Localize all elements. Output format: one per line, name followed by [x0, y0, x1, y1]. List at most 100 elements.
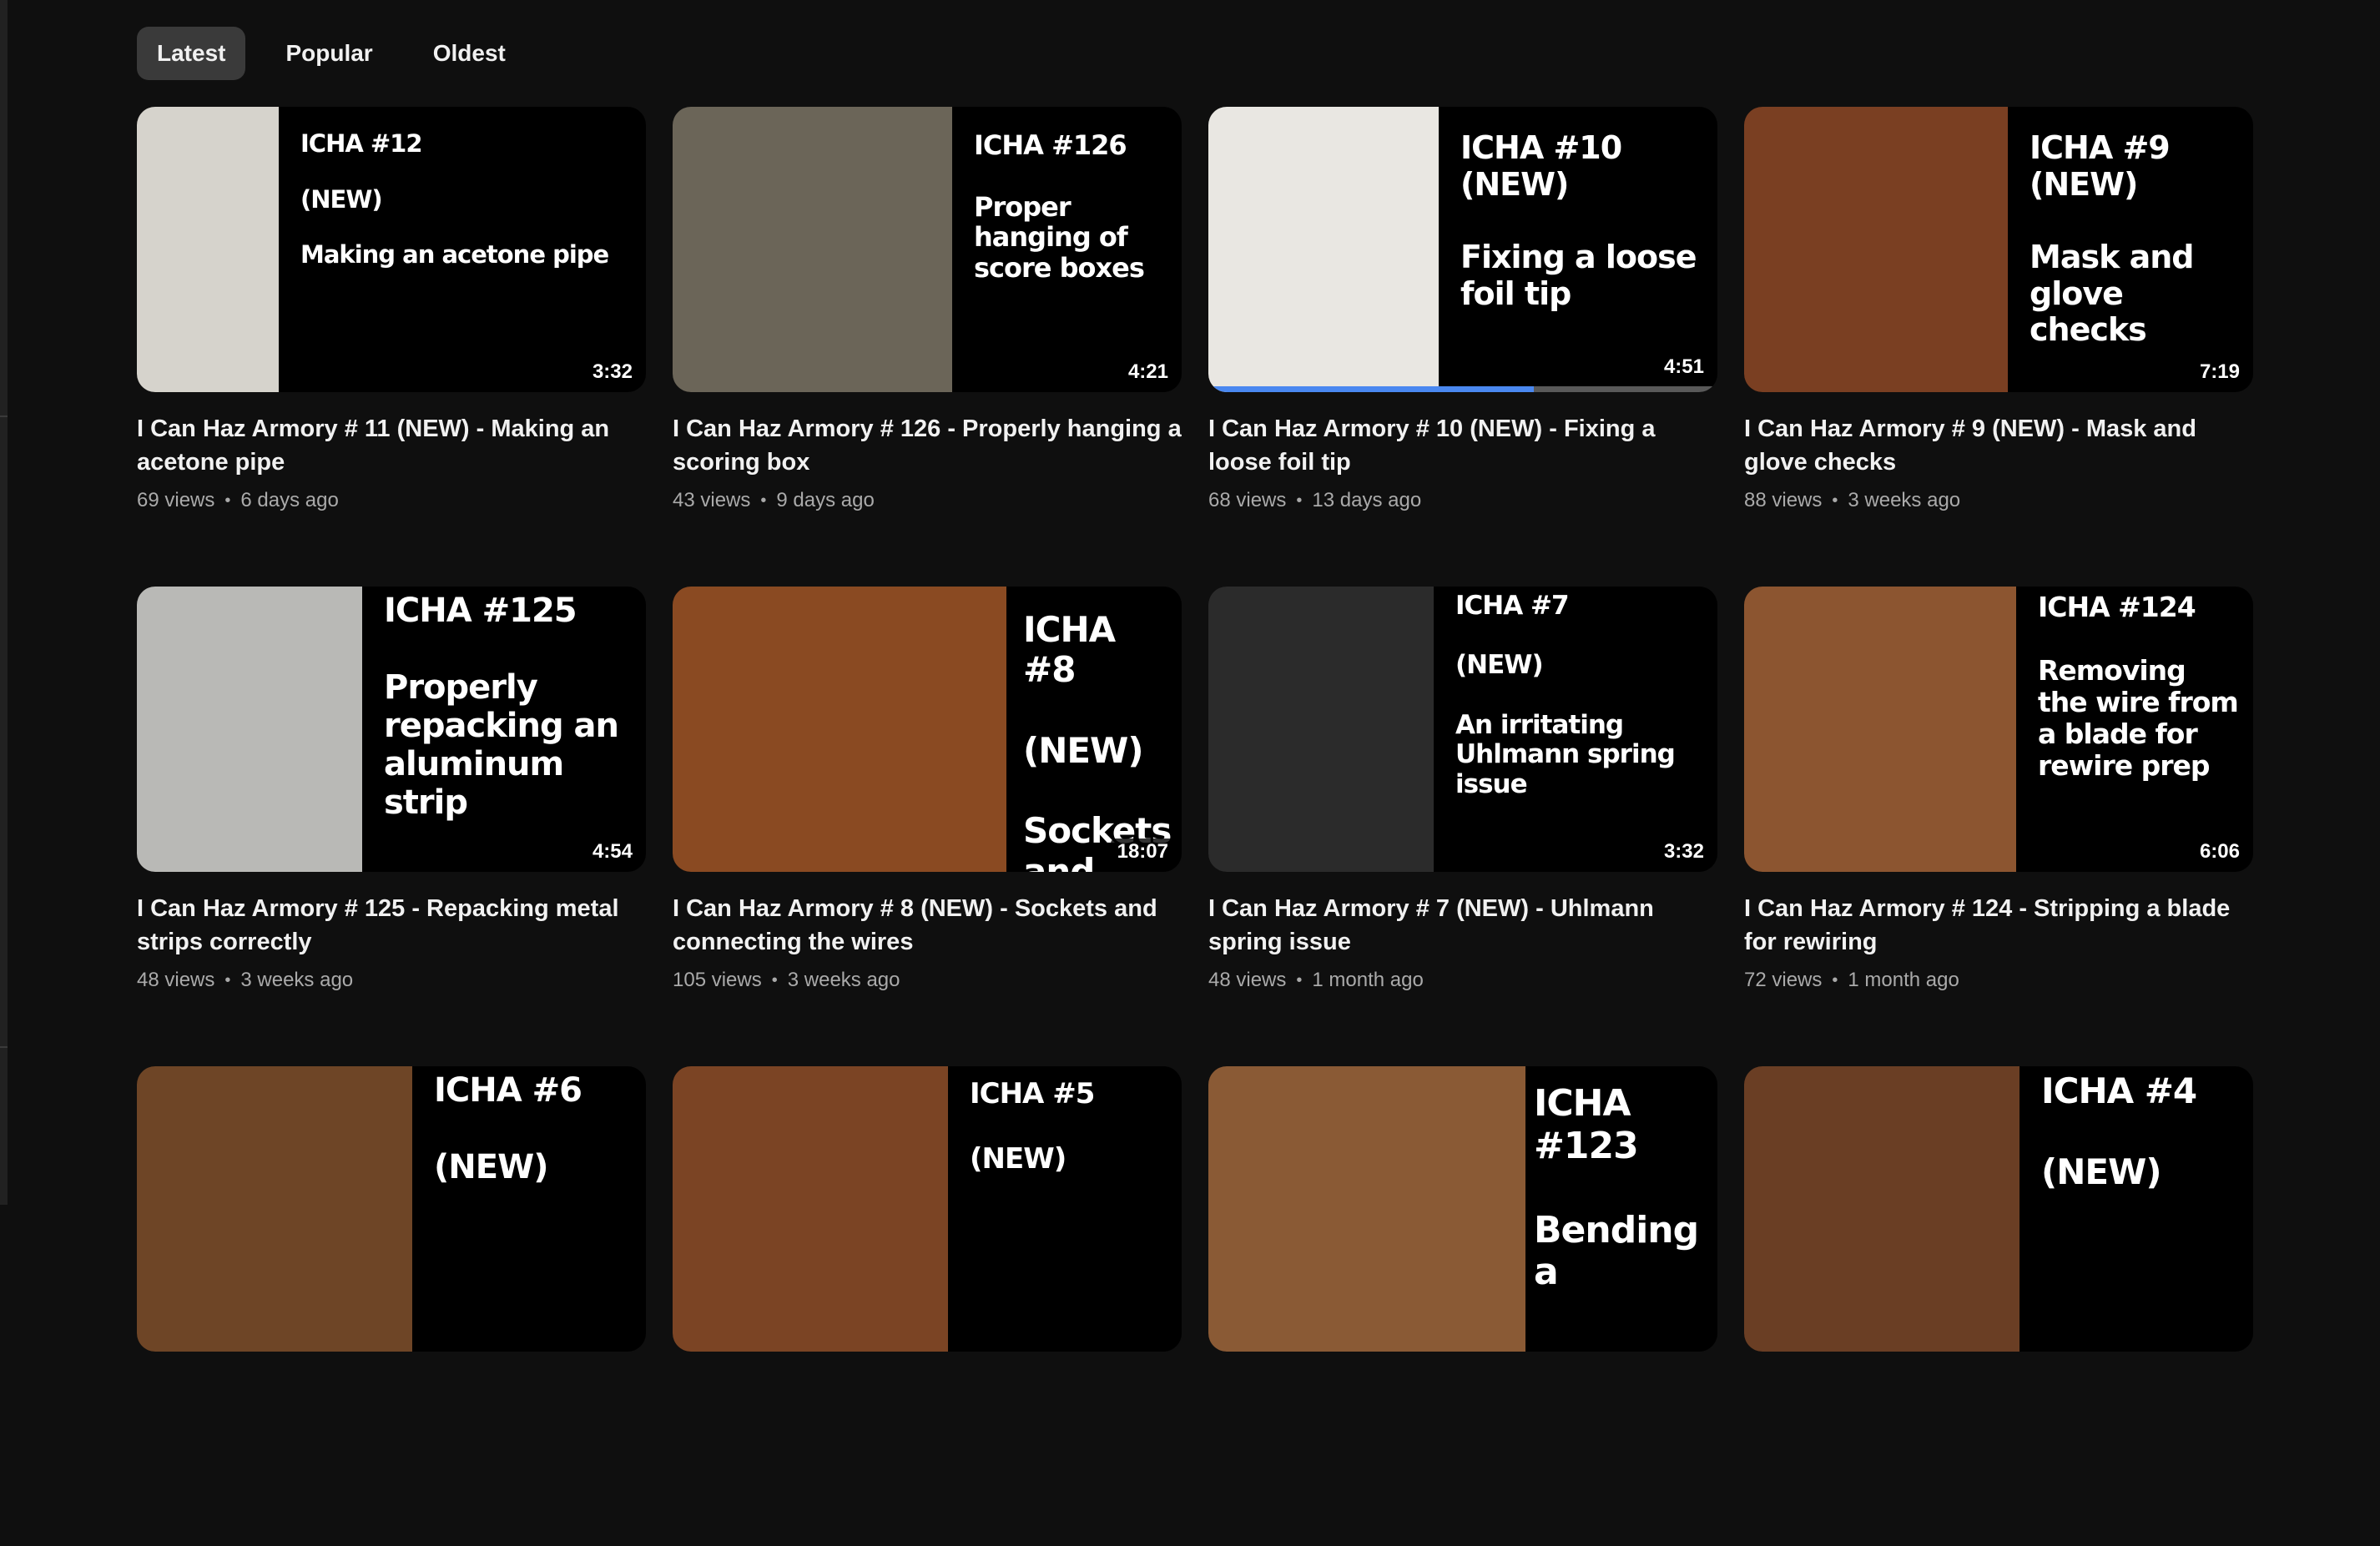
video-title[interactable]: I Can Haz Armory # 11 (NEW) - Making an … — [137, 412, 646, 479]
video-title[interactable]: I Can Haz Armory # 10 (NEW) - Fixing a l… — [1208, 412, 1717, 479]
separator-dot: • — [1832, 970, 1838, 990]
thumbnail-text: ICHA #5 (NEW) — [970, 1077, 1095, 1176]
duration-badge: 3:32 — [585, 359, 639, 385]
video-meta: 69 views • 6 days ago — [137, 489, 646, 512]
thumbnail-photo — [137, 587, 362, 872]
chip-latest[interactable]: Latest — [137, 27, 246, 80]
thumbnail-photo — [137, 1066, 412, 1352]
chip-popular[interactable]: Popular — [265, 27, 392, 80]
video-thumbnail[interactable]: ICHA #7 (NEW) An irritating Uhlmann spri… — [1208, 587, 1717, 872]
thumbnail-text: ICHA #123 Bending a — [1534, 1082, 1699, 1294]
thumbnail-photo — [673, 587, 1006, 872]
video-meta: 43 views • 9 days ago — [673, 489, 1182, 512]
separator-dot: • — [1296, 491, 1303, 510]
video-title[interactable]: I Can Haz Armory # 8 (NEW) - Sockets and… — [673, 892, 1182, 959]
thumbnail-text: ICHA #6 (NEW) — [434, 1071, 582, 1186]
thumbnail-photo — [137, 107, 279, 392]
separator-dot: • — [771, 970, 778, 990]
duration-badge: 3:32 — [1656, 838, 1711, 865]
thumbnail-photo — [1744, 1066, 2019, 1352]
video-thumbnail[interactable]: ICHA #9 (NEW) Mask and glove checks 7:19 — [1744, 107, 2253, 392]
watch-progress-bar — [1208, 386, 1717, 392]
view-count: 88 views — [1744, 489, 1823, 511]
video-thumbnail[interactable]: ICHA #124 Removing the wire from a blade… — [1744, 587, 2253, 872]
upload-age: 9 days ago — [776, 489, 875, 511]
video-card[interactable]: ICHA #6 (NEW) — [137, 1066, 646, 1546]
sidebar-divider — [0, 415, 8, 417]
view-count: 72 views — [1744, 969, 1823, 991]
video-card[interactable]: ICHA #10 (NEW) Fixing a loose foil tip 4… — [1208, 107, 1717, 587]
upload-age: 3 weeks ago — [1848, 489, 1961, 511]
video-grid: ICHA #12 (NEW) Making an acetone pipe 3:… — [137, 107, 2253, 1546]
thumbnail-photo — [673, 107, 952, 392]
video-card[interactable]: ICHA #8 (NEW) Sockets and connecting the… — [673, 587, 1182, 1066]
thumbnail-text: ICHA #125 Properly repacking an aluminum… — [384, 592, 619, 822]
thumbnail-text: ICHA #8 (NEW) Sockets and connecting the… — [1023, 609, 1172, 872]
thumbnail-text: ICHA #7 (NEW) An irritating Uhlmann spri… — [1455, 591, 1676, 799]
thumbnail-text: ICHA #126 Proper hanging of score boxes — [974, 129, 1145, 285]
duration-badge: 18:07 — [1110, 838, 1175, 865]
left-sidebar-edge — [0, 0, 8, 1205]
video-thumbnail[interactable]: ICHA #8 (NEW) Sockets and connecting the… — [673, 587, 1182, 872]
video-card[interactable]: ICHA #4 (NEW) — [1744, 1066, 2253, 1546]
separator-dot: • — [224, 970, 231, 990]
thumbnail-text: ICHA #12 (NEW) Making an acetone pipe — [300, 129, 609, 269]
video-title[interactable]: I Can Haz Armory # 124 - Stripping a bla… — [1744, 892, 2253, 959]
upload-age: 13 days ago — [1312, 489, 1422, 511]
thumbnail-text: ICHA #10 (NEW) Fixing a loose foil tip — [1460, 129, 1697, 312]
video-title[interactable]: I Can Haz Armory # 126 - Properly hangin… — [673, 412, 1182, 479]
video-thumbnail[interactable]: ICHA #123 Bending a — [1208, 1066, 1717, 1352]
thumbnail-photo — [673, 1066, 948, 1352]
upload-age: 1 month ago — [1312, 969, 1424, 991]
duration-badge: 4:21 — [1121, 359, 1175, 385]
video-thumbnail[interactable]: ICHA #5 (NEW) — [673, 1066, 1182, 1352]
video-meta: 72 views • 1 month ago — [1744, 969, 2253, 992]
video-thumbnail[interactable]: ICHA #4 (NEW) — [1744, 1066, 2253, 1352]
duration-badge: 4:51 — [1656, 354, 1711, 380]
thumbnail-photo — [1208, 1066, 1525, 1352]
view-count: 69 views — [137, 489, 215, 511]
video-title[interactable]: I Can Haz Armory # 9 (NEW) - Mask and gl… — [1744, 412, 2253, 479]
video-thumbnail[interactable]: ICHA #125 Properly repacking an aluminum… — [137, 587, 646, 872]
thumbnail-text: ICHA #4 (NEW) — [2041, 1070, 2197, 1192]
video-card[interactable]: ICHA #9 (NEW) Mask and glove checks 7:19… — [1744, 107, 2253, 587]
video-card[interactable]: ICHA #124 Removing the wire from a blade… — [1744, 587, 2253, 1066]
separator-dot: • — [1832, 491, 1838, 510]
upload-age: 3 weeks ago — [240, 969, 354, 991]
view-count: 68 views — [1208, 489, 1287, 511]
sort-chips: Latest Popular Oldest — [137, 27, 526, 80]
upload-age: 3 weeks ago — [787, 969, 900, 991]
video-thumbnail[interactable]: ICHA #126 Proper hanging of score boxes … — [673, 107, 1182, 392]
upload-age: 1 month ago — [1848, 969, 1959, 991]
chip-oldest[interactable]: Oldest — [413, 27, 526, 80]
thumbnail-photo — [1208, 587, 1434, 872]
view-count: 48 views — [137, 969, 215, 991]
video-card[interactable]: ICHA #5 (NEW) — [673, 1066, 1182, 1546]
video-meta: 105 views • 3 weeks ago — [673, 969, 1182, 992]
video-card[interactable]: ICHA #7 (NEW) An irritating Uhlmann spri… — [1208, 587, 1717, 1066]
thumbnail-text: ICHA #124 Removing the wire from a blade… — [2038, 591, 2239, 782]
video-title[interactable]: I Can Haz Armory # 125 - Repacking metal… — [137, 892, 646, 959]
thumbnail-photo — [1208, 107, 1439, 392]
video-card[interactable]: ICHA #126 Proper hanging of score boxes … — [673, 107, 1182, 587]
video-meta: 68 views • 13 days ago — [1208, 489, 1717, 512]
video-card[interactable]: ICHA #125 Properly repacking an aluminum… — [137, 587, 646, 1066]
separator-dot: • — [1296, 970, 1303, 990]
video-thumbnail[interactable]: ICHA #10 (NEW) Fixing a loose foil tip 4… — [1208, 107, 1717, 392]
video-thumbnail[interactable]: ICHA #12 (NEW) Making an acetone pipe 3:… — [137, 107, 646, 392]
video-card[interactable]: ICHA #123 Bending a — [1208, 1066, 1717, 1546]
watch-progress-fill — [1208, 386, 1535, 392]
separator-dot: • — [224, 491, 231, 510]
video-thumbnail[interactable]: ICHA #6 (NEW) — [137, 1066, 646, 1352]
view-count: 105 views — [673, 969, 762, 991]
duration-badge: 7:19 — [2192, 359, 2246, 385]
sidebar-divider — [0, 1046, 8, 1048]
duration-badge: 4:54 — [585, 838, 639, 865]
duration-badge: 6:06 — [2192, 838, 2246, 865]
video-meta: 48 views • 3 weeks ago — [137, 969, 646, 992]
video-title[interactable]: I Can Haz Armory # 7 (NEW) - Uhlmann spr… — [1208, 892, 1717, 959]
video-meta: 88 views • 3 weeks ago — [1744, 489, 2253, 512]
video-meta: 48 views • 1 month ago — [1208, 969, 1717, 992]
video-card[interactable]: ICHA #12 (NEW) Making an acetone pipe 3:… — [137, 107, 646, 587]
separator-dot: • — [760, 491, 767, 510]
